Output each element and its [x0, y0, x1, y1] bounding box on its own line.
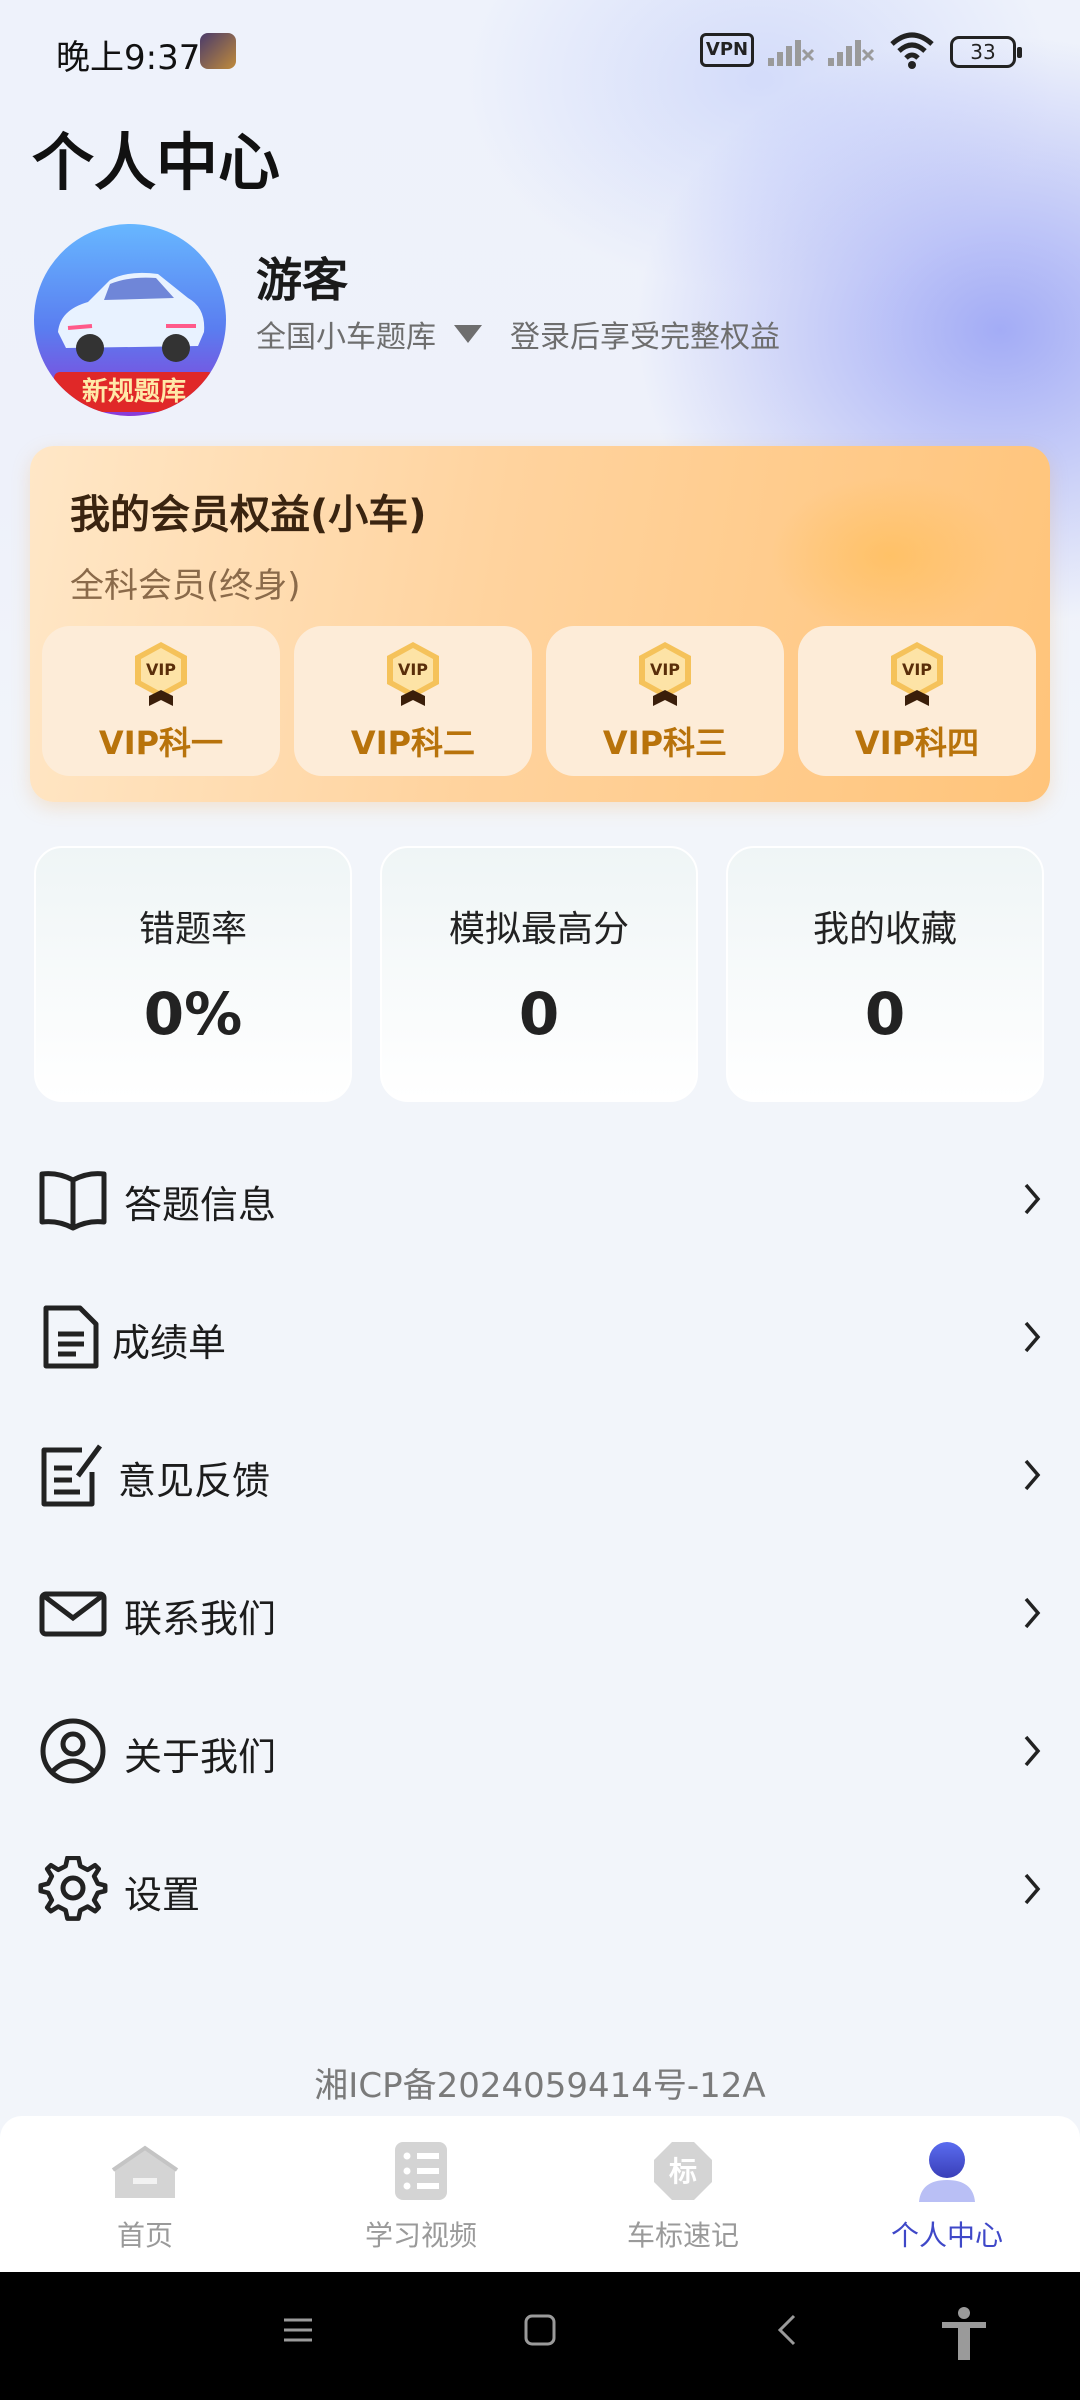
- vip-badge-icon: VIP: [891, 642, 943, 706]
- menu-item-answer-info[interactable]: 答题信息: [0, 1130, 1080, 1268]
- tab-profile[interactable]: 个人中心: [814, 2116, 1080, 2272]
- avatar-tag: 新规题库: [54, 372, 214, 412]
- vpn-icon: VPN: [700, 33, 754, 67]
- back-icon[interactable]: [772, 2312, 802, 2348]
- car-icon: [58, 272, 205, 362]
- video-list-icon: [395, 2142, 447, 2200]
- signal-icon: [768, 40, 815, 66]
- system-navigation-bar: [0, 2272, 1080, 2400]
- vip-item-label: VIP科四: [854, 724, 980, 762]
- signal-icon: [828, 40, 875, 66]
- stat-label: 模拟最高分: [448, 909, 629, 950]
- menu-item-settings[interactable]: 设置: [0, 1820, 1080, 1958]
- svg-text:VIP: VIP: [398, 660, 428, 679]
- tab-study-video[interactable]: 学习视频: [290, 2116, 552, 2272]
- chevron-right-icon: [1024, 1183, 1041, 1215]
- vip-item-3[interactable]: VIP VIP科三: [546, 626, 784, 776]
- badge-icon: 标: [654, 2142, 712, 2200]
- status-bar: 晚上9:37 VPN 33: [0, 0, 1080, 100]
- vip-item-label: VIP科二: [350, 724, 476, 762]
- stat-card-error-rate[interactable]: 错题率 0%: [34, 846, 352, 1102]
- tab-label: 首页: [116, 2219, 173, 2252]
- chevron-right-icon: [1024, 1597, 1041, 1629]
- edit-note-icon: [41, 1444, 103, 1507]
- stat-value: 0: [864, 980, 906, 1048]
- stat-label: 我的收藏: [812, 909, 957, 950]
- stat-value: 0: [518, 980, 560, 1048]
- login-hint[interactable]: 登录后享受完整权益: [510, 312, 780, 356]
- menu-icon[interactable]: [280, 2312, 316, 2348]
- home-button-icon[interactable]: [522, 2312, 558, 2348]
- book-icon: [39, 1171, 107, 1231]
- user-name[interactable]: 游客: [256, 244, 348, 310]
- stat-card-favorites[interactable]: 我的收藏 0: [726, 846, 1044, 1102]
- battery-icon: 33: [950, 36, 1022, 68]
- accessibility-icon[interactable]: [938, 2306, 990, 2362]
- wifi-icon: [890, 32, 934, 69]
- stat-value: 0%: [143, 980, 243, 1048]
- home-icon: [111, 2145, 179, 2198]
- menu-label: 答题信息: [124, 1183, 277, 1227]
- tab-label: 车标速记: [626, 2219, 739, 2252]
- menu-item-transcript[interactable]: 成绩单: [0, 1268, 1080, 1406]
- mail-icon: [39, 1591, 107, 1637]
- vip-badge-icon: VIP: [639, 642, 691, 706]
- user-subline: 全国小车题库 登录后享受完整权益: [256, 312, 780, 356]
- stat-card-high-score[interactable]: 模拟最高分 0: [380, 846, 698, 1102]
- question-bank-selector[interactable]: 全国小车题库: [256, 312, 436, 356]
- tab-car-logo[interactable]: 标 车标速记: [552, 2116, 814, 2272]
- vip-item-label: VIP科三: [602, 724, 728, 762]
- menu-label: 关于我们: [124, 1735, 277, 1779]
- stat-label: 错题率: [138, 909, 247, 950]
- caret-down-icon[interactable]: [454, 325, 482, 343]
- vip-membership: 全科会员(终身): [70, 566, 301, 606]
- user-circle-icon: [40, 1718, 106, 1784]
- gear-icon: [38, 1856, 108, 1921]
- vip-item-label: VIP科一: [98, 724, 224, 762]
- document-icon: [43, 1305, 99, 1369]
- vip-benefits-card[interactable]: 我的会员权益(小车) 全科会员(终身) VIP VIP科一 VIP VIP科二: [30, 446, 1050, 802]
- vip-badge-icon: VIP: [135, 642, 187, 706]
- svg-text:VIP: VIP: [650, 660, 680, 679]
- tab-home[interactable]: 首页: [0, 2116, 290, 2272]
- stats-row: 错题率 0% 模拟最高分 0 我的收藏 0: [34, 846, 1044, 1102]
- vip-item-2[interactable]: VIP VIP科二: [294, 626, 532, 776]
- person-icon: [919, 2142, 975, 2202]
- menu-item-feedback[interactable]: 意见反馈: [0, 1406, 1080, 1544]
- svg-text:VIP: VIP: [902, 660, 932, 679]
- icp-footer[interactable]: 湘ICP备2024059414号-12A: [0, 2058, 1080, 2107]
- vip-title: 我的会员权益(小车): [70, 492, 427, 538]
- menu-label: 意见反馈: [118, 1459, 271, 1503]
- menu-label: 联系我们: [124, 1597, 277, 1641]
- tab-label: 个人中心: [890, 2219, 1003, 2252]
- menu-item-about[interactable]: 关于我们: [0, 1682, 1080, 1820]
- menu-item-contact[interactable]: 联系我们: [0, 1544, 1080, 1682]
- menu-label: 设置: [124, 1873, 201, 1917]
- chevron-right-icon: [1024, 1873, 1041, 1905]
- chevron-right-icon: [1024, 1735, 1041, 1767]
- chevron-right-icon: [1024, 1459, 1041, 1491]
- vip-item-4[interactable]: VIP VIP科四: [798, 626, 1036, 776]
- vip-badge-icon: VIP: [387, 642, 439, 706]
- avatar[interactable]: 新规题库: [34, 224, 226, 416]
- svg-text:标: 标: [669, 2155, 697, 2188]
- vip-item-1[interactable]: VIP VIP科一: [42, 626, 280, 776]
- menu-label: 成绩单: [112, 1321, 227, 1365]
- page-title: 个人中心: [32, 126, 281, 199]
- tab-label: 学习视频: [364, 2219, 477, 2252]
- svg-text:VIP: VIP: [146, 660, 176, 679]
- chevron-right-icon: [1024, 1321, 1041, 1353]
- notification-app-icon: [200, 33, 236, 69]
- status-time: 晚上9:37: [56, 38, 201, 78]
- bottom-tab-bar: 首页 学习视频 标 车标速记 个人中心: [0, 2116, 1080, 2272]
